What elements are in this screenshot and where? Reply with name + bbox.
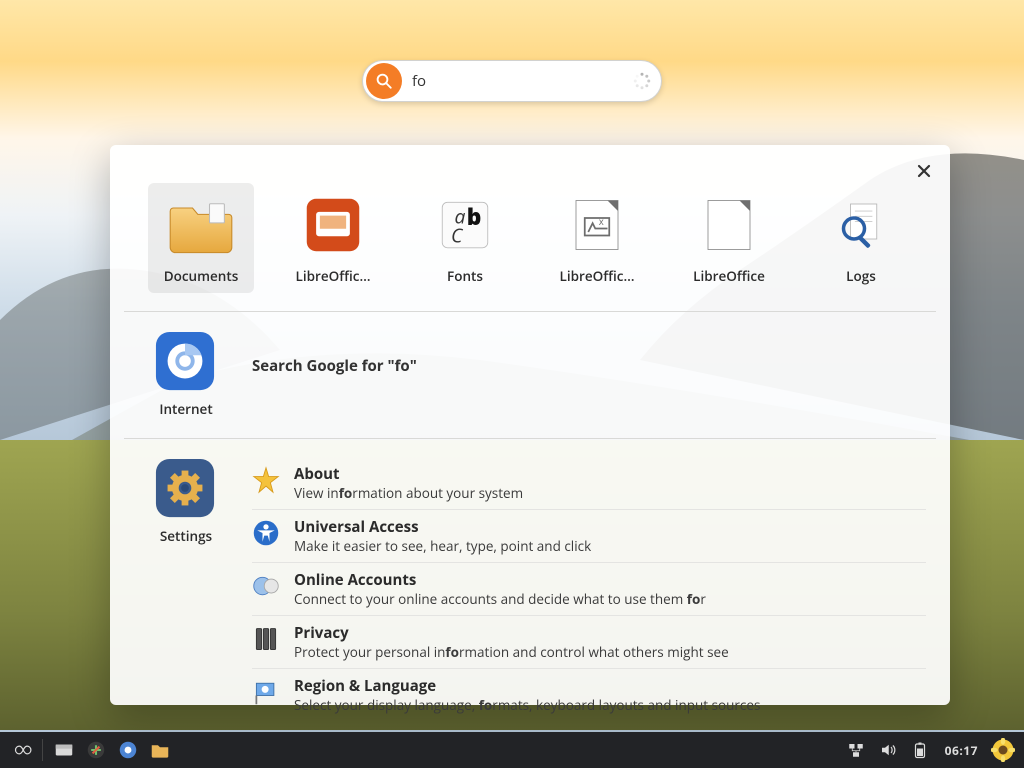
app-label: Logs [846,267,876,285]
close-icon [917,164,931,178]
settings-item-title: Online Accounts [294,570,706,590]
online-accounts-icon [252,572,280,600]
settings-label: Settings [160,527,212,545]
sunflower-avatar-icon [991,738,1015,762]
settings-item-title: Region & Language [294,676,760,696]
tray-volume[interactable] [873,736,903,764]
separator [42,739,43,761]
search-input[interactable] [402,71,633,91]
close-button[interactable] [910,157,938,185]
plus-circle-icon [85,739,107,761]
settings-category[interactable]: Settings [140,457,232,721]
network-icon [847,741,865,759]
volume-icon [879,741,897,759]
search-google-item[interactable]: Search Google for "fo" [252,330,926,376]
settings-item-universal-access[interactable]: Universal Access Make it easier to see, … [252,509,926,562]
settings-item-region-language[interactable]: Region & Language Select your display la… [252,668,926,721]
region-language-icon [252,678,280,706]
search-bar[interactable] [362,60,662,102]
folder-small-icon [149,739,171,761]
tray-user-avatar[interactable] [988,736,1018,764]
internet-label: Internet [159,400,212,418]
settings-item-online-accounts[interactable]: Online Accounts Connect to your online a… [252,562,926,615]
settings-section: Settings About View information about yo… [110,439,950,741]
libreoffice-start-icon [693,189,765,261]
taskbar-app-files[interactable] [49,736,79,764]
search-button[interactable] [366,63,402,99]
app-tile-fonts[interactable]: a b C Fonts [412,183,518,293]
start-menu-button[interactable] [6,736,36,764]
loading-spinner-icon [633,72,651,90]
settings-item-privacy[interactable]: Privacy Protect your personal informatio… [252,615,926,668]
app-label: LibreOffice [693,267,765,285]
app-tile-libreoffice-math[interactable]: x LibreOffic… [544,183,650,293]
settings-item-subtitle: Make it easier to see, hear, type, point… [294,537,591,555]
internet-category[interactable]: Internet [140,330,232,418]
settings-item-about[interactable]: About View information about your system [252,457,926,509]
libreoffice-math-icon: x [561,189,633,261]
chromium-icon [154,330,218,394]
logs-icon [825,189,897,261]
app-label: LibreOffic… [296,267,371,285]
app-label: Documents [164,267,239,285]
taskbar-app-chromium[interactable] [113,736,143,764]
settings-item-title: Privacy [294,623,729,643]
taskbar-app-software[interactable] [81,736,111,764]
app-label: LibreOffic… [560,267,635,285]
settings-item-title: About [294,464,523,484]
app-tile-libreoffice-impress[interactable]: LibreOffic… [280,183,386,293]
internet-section: Internet Search Google for "fo" [110,312,950,438]
settings-item-subtitle: View information about your system [294,484,523,502]
app-tile-logs[interactable]: Logs [808,183,914,293]
search-icon [375,72,393,90]
tray-battery[interactable] [905,736,935,764]
about-icon [252,466,280,494]
settings-item-title: Universal Access [294,517,591,537]
settings-item-subtitle: Connect to your online accounts and deci… [294,590,706,608]
power-icon [911,741,929,759]
tray-network[interactable] [841,736,871,764]
drive-icon [53,739,75,761]
libreoffice-impress-icon [297,189,369,261]
infinity-icon [10,743,32,757]
folder-documents-icon [165,189,237,261]
clock[interactable]: 06:17 [937,742,986,759]
chromium-small-icon [117,739,139,761]
taskbar: 06:17 [0,732,1024,768]
results-panel: Documents LibreOffic… a b [110,145,950,705]
fonts-icon: a b C [429,189,501,261]
universal-access-icon [252,519,280,547]
settings-item-subtitle: Select your display language, formats, k… [294,696,760,714]
svg-text:x: x [599,215,604,228]
settings-list: About View information about your system… [252,457,926,721]
app-tile-documents[interactable]: Documents [148,183,254,293]
applications-row: Documents LibreOffic… a b [110,145,950,311]
settings-item-subtitle: Protect your personal information and co… [294,643,729,661]
svg-text:C: C [451,222,464,249]
app-tile-libreoffice-start[interactable]: LibreOffice [676,183,782,293]
app-label: Fonts [447,267,483,285]
settings-gear-icon [154,457,218,521]
svg-text:b: b [467,201,482,232]
desktop: Documents LibreOffic… a b [0,0,1024,768]
privacy-icon [252,625,280,653]
taskbar-app-file-manager[interactable] [145,736,175,764]
